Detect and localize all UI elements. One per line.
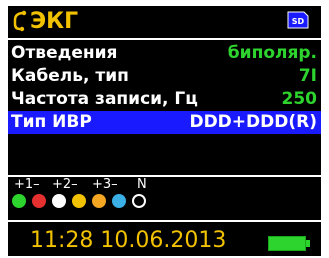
setting-value: 7I bbox=[298, 66, 317, 86]
electrode-dot bbox=[92, 194, 106, 208]
screen-title: ЭКГ bbox=[30, 9, 79, 34]
sd-card-label: SD bbox=[292, 17, 305, 26]
status-footer: 11:28 10.06.2013 bbox=[8, 220, 321, 256]
electrode-dot bbox=[52, 194, 66, 208]
lead-label-2: +2– bbox=[52, 177, 78, 192]
sd-card-icon: SD bbox=[287, 11, 309, 29]
electrode-dot bbox=[132, 194, 146, 208]
setting-label: Тип ИВР bbox=[11, 112, 92, 132]
setting-row-sampling-rate[interactable]: Частота записи, Гц 250 bbox=[8, 88, 321, 111]
device-screen: ЭКГ SD Отведения биполяр. Кабель, тип 7I… bbox=[8, 6, 321, 256]
battery-tip bbox=[306, 240, 310, 247]
datetime: 11:28 10.06.2013 bbox=[30, 228, 227, 253]
electrode-dot bbox=[32, 194, 46, 208]
electrode-dot bbox=[12, 194, 26, 208]
electrode-dots bbox=[8, 193, 188, 209]
setting-row-leads[interactable]: Отведения биполяр. bbox=[8, 42, 321, 65]
setting-label: Кабель, тип bbox=[11, 66, 129, 86]
setting-row-device-type[interactable]: Тип ИВР DDD+DDD(R) bbox=[8, 111, 321, 134]
electrode-dot bbox=[72, 194, 86, 208]
battery-full-icon bbox=[268, 236, 306, 251]
electrode-dot bbox=[112, 194, 126, 208]
setting-value: 250 bbox=[281, 89, 318, 109]
header-bar: ЭКГ SD bbox=[8, 6, 321, 40]
setting-value: биполяр. bbox=[227, 43, 317, 63]
setting-label: Частота записи, Гц bbox=[11, 89, 198, 109]
setting-value: DDD+DDD(R) bbox=[189, 112, 317, 132]
lead-label-n: N bbox=[137, 177, 147, 192]
ecg-leads-icon bbox=[13, 10, 27, 32]
lead-label-1: +1– bbox=[14, 177, 40, 192]
setting-row-cable-type[interactable]: Кабель, тип 7I bbox=[8, 65, 321, 88]
lead-label-3: +3– bbox=[92, 177, 118, 192]
setting-label: Отведения bbox=[11, 43, 118, 63]
